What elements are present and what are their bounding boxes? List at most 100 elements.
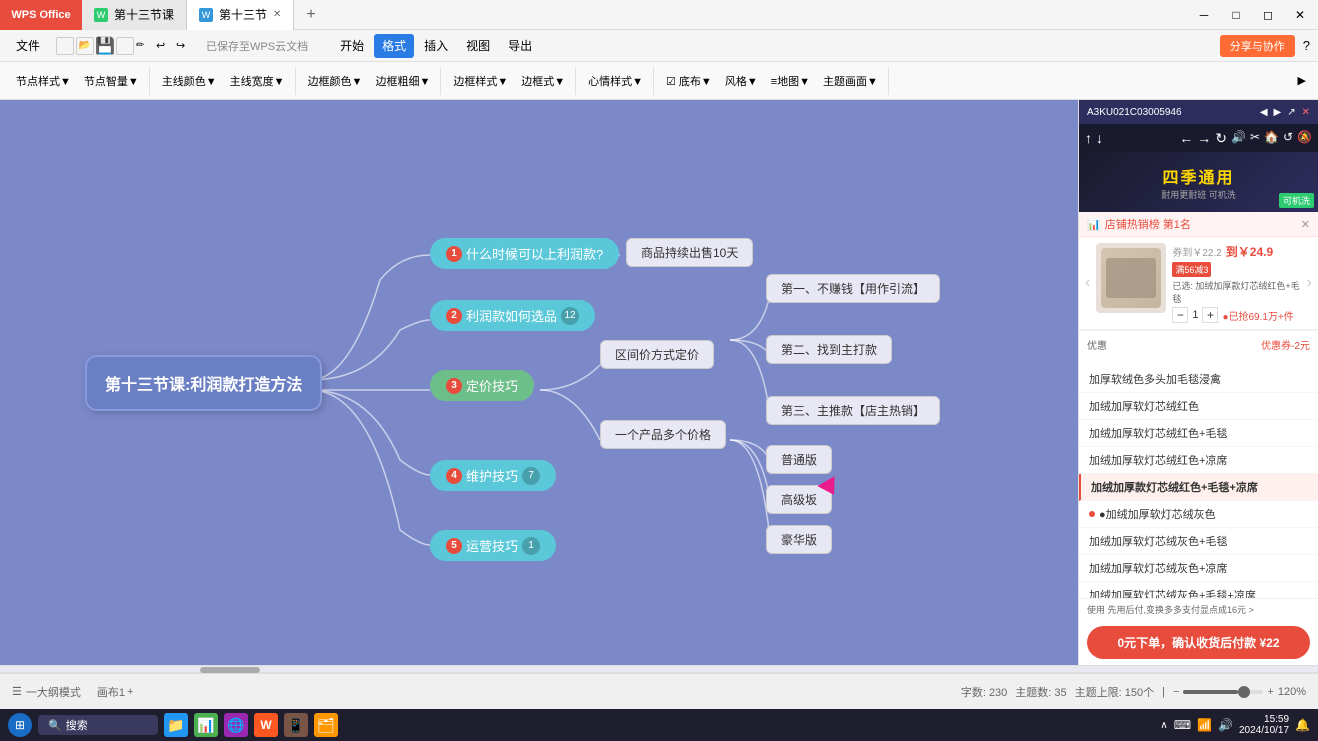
- right-panel-btn[interactable]: ▶: [1292, 67, 1312, 95]
- branch-2[interactable]: 2 利润款如何选品 12: [430, 300, 595, 331]
- arrow-down-icon[interactable]: ↓: [1096, 130, 1103, 146]
- restore-button[interactable]: ◻: [1254, 4, 1282, 26]
- system-tray-chevron[interactable]: ∧: [1160, 720, 1167, 731]
- option-1[interactable]: 加厚软绒色多头加毛毯浸禽: [1079, 366, 1318, 393]
- style-btn[interactable]: 风格▼: [719, 67, 764, 95]
- wps-logo[interactable]: WPS Office: [0, 0, 82, 30]
- canvas-btn[interactable]: ☑ 底布▼: [660, 67, 718, 95]
- menu-format[interactable]: 格式: [374, 34, 414, 58]
- nav-next-icon[interactable]: ▶: [1274, 107, 1282, 118]
- menu-start[interactable]: 开始: [332, 34, 372, 58]
- sub-branch-31[interactable]: 区间价方式定价: [600, 340, 714, 369]
- tab-2[interactable]: W 第十三节 ✕: [187, 0, 294, 30]
- zoom-in-btn[interactable]: +: [1267, 686, 1273, 698]
- line-color-btn[interactable]: 主线颜色▼: [156, 67, 223, 95]
- scissors-icon[interactable]: ✂: [1250, 130, 1260, 147]
- undo-btn[interactable]: ↩: [156, 37, 174, 55]
- border-type-btn[interactable]: 边框式▼: [515, 67, 571, 95]
- start-button[interactable]: ⊞: [8, 713, 32, 737]
- video-thumbnail[interactable]: 四季通用 耐用更耐班 可机洗 可机洗: [1079, 152, 1318, 212]
- nav-prev-icon[interactable]: ◀: [1260, 107, 1268, 118]
- save-btn[interactable]: 💾: [96, 37, 114, 55]
- taskbar-file-icon[interactable]: 📁: [164, 713, 188, 737]
- home-icon[interactable]: 🏠: [1264, 130, 1279, 147]
- branch-3[interactable]: 3 定价技巧: [430, 370, 534, 401]
- option-3[interactable]: 加绒加厚软灯芯绒红色+毛毯: [1079, 420, 1318, 447]
- close-button[interactable]: ✕: [1286, 4, 1314, 26]
- taskbar-browser-icon[interactable]: 🌐: [224, 713, 248, 737]
- border-style-btn[interactable]: 边框样式▼: [447, 67, 514, 95]
- menu-insert[interactable]: 插入: [416, 34, 456, 58]
- outline-mode-btn[interactable]: ☰ 一大纲模式: [12, 684, 81, 700]
- option-5[interactable]: 加绒加厚款灯芯绒红色+毛毯+凉席: [1079, 474, 1318, 501]
- option-8[interactable]: 加绒加厚软灯芯绒灰色+凉席: [1079, 555, 1318, 582]
- new-tab-btn[interactable]: +: [294, 0, 327, 30]
- buy-button[interactable]: 0元下单，确认收货后付款 ¥22: [1087, 626, 1310, 659]
- option-4[interactable]: 加绒加厚软灯芯绒红色+凉席: [1079, 447, 1318, 474]
- help-icon[interactable]: ?: [1303, 38, 1310, 53]
- search-bar[interactable]: 🔍 搜索: [38, 715, 158, 735]
- theme-btn[interactable]: 主题画面▼: [817, 67, 884, 95]
- zoom-slider[interactable]: [1183, 690, 1263, 694]
- minimize-button[interactable]: ─: [1190, 4, 1218, 26]
- product-prev-icon[interactable]: ‹: [1085, 274, 1090, 292]
- sub-child-312[interactable]: 第二、找到主打款: [766, 335, 892, 364]
- notification-icon[interactable]: 🔔: [1295, 718, 1310, 732]
- zoom-slider-thumb[interactable]: [1238, 686, 1250, 698]
- refresh2-icon[interactable]: ↺: [1283, 130, 1293, 147]
- pen-btn[interactable]: ✏: [136, 37, 154, 55]
- branch-5[interactable]: 5 运营技巧 1: [430, 530, 556, 561]
- volume-icon[interactable]: 🔊: [1231, 130, 1246, 147]
- line-width-btn[interactable]: 主线宽度▼: [224, 67, 291, 95]
- nav-expand-icon[interactable]: ↗: [1287, 107, 1295, 118]
- refresh-icon[interactable]: ↻: [1215, 130, 1227, 147]
- horizontal-scrollbar[interactable]: [0, 665, 1318, 673]
- options-list[interactable]: 加厚软绒色多头加毛毯浸禽 加绒加厚软灯芯绒红色 加绒加厚软灯芯绒红色+毛毯 加绒…: [1079, 362, 1318, 598]
- taskbar-wps-icon[interactable]: W: [254, 713, 278, 737]
- sub-child-311[interactable]: 第一、不赚钱【用作引流】: [766, 274, 940, 303]
- sub-child-323[interactable]: 豪华版: [766, 525, 832, 554]
- branch1-child1[interactable]: 商品持续出售10天: [626, 238, 753, 267]
- border-width-btn[interactable]: 边框粗细▼: [369, 67, 436, 95]
- menu-file[interactable]: 文件: [8, 34, 48, 58]
- option-6[interactable]: ●加绒加厚软灯芯绒灰色: [1079, 501, 1318, 528]
- node-style-btn[interactable]: 节点样式▼: [10, 67, 77, 95]
- zoom-out-btn[interactable]: −: [1173, 686, 1179, 698]
- arrow-up-icon[interactable]: ↑: [1085, 130, 1092, 146]
- network-icon[interactable]: 📶: [1197, 718, 1212, 732]
- qty-plus-btn[interactable]: +: [1202, 307, 1218, 323]
- keyboard-icon[interactable]: ⌨: [1174, 718, 1191, 732]
- map-btn[interactable]: ≡地图▼: [765, 67, 816, 95]
- border-color-btn[interactable]: 边框颜色▼: [302, 67, 369, 95]
- mute-icon[interactable]: 🔕: [1297, 130, 1312, 147]
- back-icon[interactable]: ←: [1179, 130, 1193, 147]
- volume-icon[interactable]: 🔊: [1218, 718, 1233, 732]
- hot-rank-close-icon[interactable]: ✕: [1301, 218, 1310, 231]
- open-btn[interactable]: 📂: [76, 37, 94, 55]
- taskbar-chart-icon[interactable]: 📊: [194, 713, 218, 737]
- add-canvas-btn[interactable]: +: [127, 686, 133, 698]
- option-7[interactable]: 加绒加厚软灯芯绒灰色+毛毯: [1079, 528, 1318, 555]
- menu-export[interactable]: 导出: [500, 34, 540, 58]
- sub-child-321[interactable]: 普通版: [766, 445, 832, 474]
- menu-view[interactable]: 视图: [458, 34, 498, 58]
- format-btn[interactable]: [116, 37, 134, 55]
- tab2-close-icon[interactable]: ✕: [273, 9, 281, 20]
- option-9[interactable]: 加绒加厚软灯芯绒灰色+毛毯+凉席: [1079, 582, 1318, 598]
- new-doc-btn[interactable]: [56, 37, 74, 55]
- taskbar-phone-icon[interactable]: 📱: [284, 713, 308, 737]
- redo-btn[interactable]: ↪: [176, 37, 194, 55]
- maximize-button[interactable]: □: [1222, 4, 1250, 26]
- option-2[interactable]: 加绒加厚软灯芯绒红色: [1079, 393, 1318, 420]
- taskbar-folder-icon[interactable]: 🗂: [314, 713, 338, 737]
- product-next-icon[interactable]: ›: [1307, 274, 1312, 292]
- branch-1[interactable]: 1 什么时候可以上利润款?: [430, 238, 619, 269]
- forward-icon[interactable]: →: [1197, 130, 1211, 147]
- root-node[interactable]: 第十三节课:利润款打造方法: [85, 355, 322, 411]
- share-button[interactable]: 分享与协作: [1220, 35, 1295, 57]
- qty-minus-btn[interactable]: −: [1172, 307, 1188, 323]
- sub-branch-32[interactable]: 一个产品多个价格: [600, 420, 726, 449]
- sub-child-313[interactable]: 第三、主推款【店主热销】: [766, 396, 940, 425]
- heart-style-btn[interactable]: 心情样式▼: [582, 67, 649, 95]
- close-panel-icon[interactable]: ✕: [1302, 107, 1310, 118]
